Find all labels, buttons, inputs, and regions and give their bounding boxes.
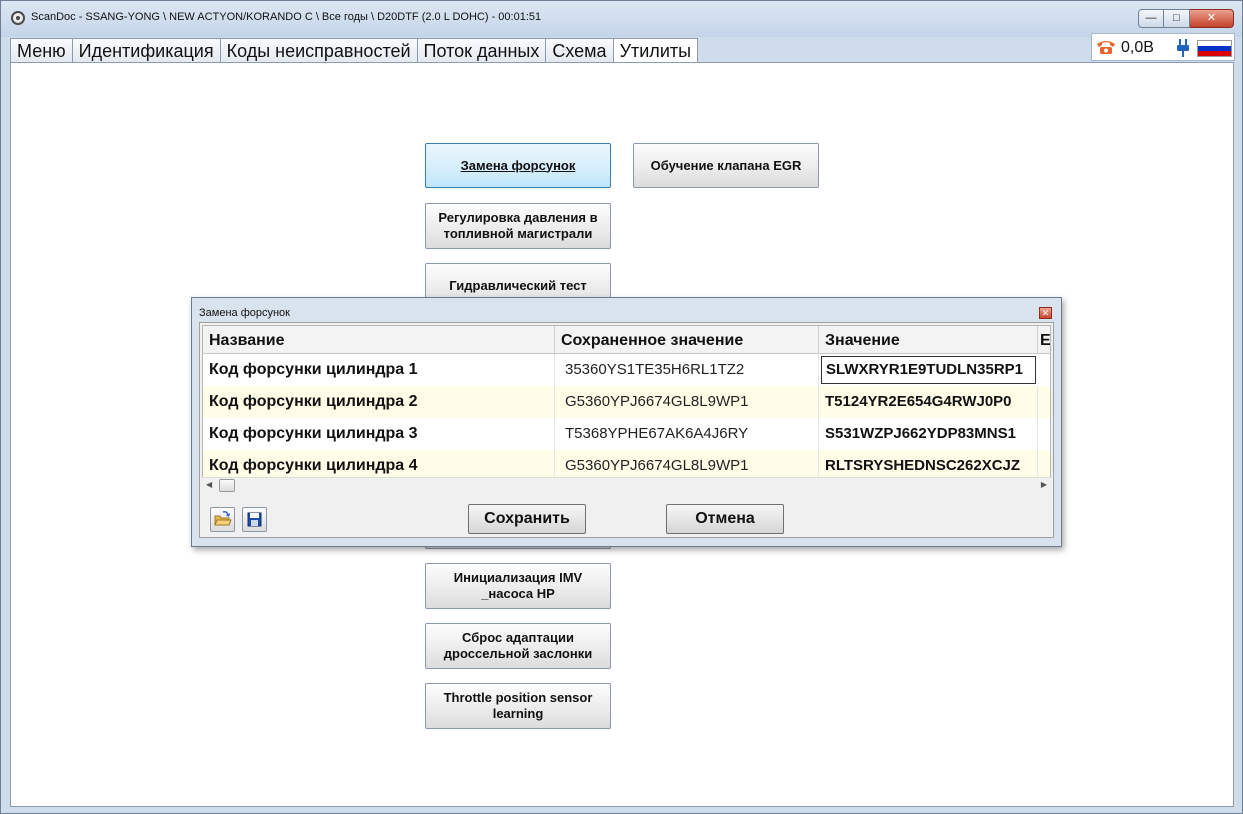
- injector-grid: Название Сохраненное значение Значение E…: [202, 325, 1051, 493]
- injector-replace-button[interactable]: Замена форсунок: [425, 143, 611, 188]
- scroll-thumb[interactable]: [219, 479, 235, 492]
- column-header-name[interactable]: Название: [203, 326, 555, 354]
- value-input[interactable]: SLWXRYR1E9TUDLN35RP1: [821, 356, 1036, 384]
- tab-data-stream[interactable]: Поток данных: [416, 38, 546, 63]
- grid-header: Название Сохраненное значение Значение E: [203, 326, 1050, 354]
- minimize-button[interactable]: —: [1138, 9, 1164, 28]
- status-panel: 0,0В: [1091, 33, 1235, 61]
- title-bar[interactable]: ScanDoc - SSANG-YONG \ NEW ACTYON/KORAND…: [1, 1, 1242, 37]
- steering-wheel-icon: [11, 11, 25, 25]
- app-window: ScanDoc - SSANG-YONG \ NEW ACTYON/KORAND…: [0, 0, 1243, 814]
- open-file-button[interactable]: [210, 507, 235, 532]
- open-folder-icon: [214, 511, 232, 526]
- table-row[interactable]: Код форсунки цилиндра 3 T5368YPHE67AK6A4…: [203, 418, 1050, 450]
- column-header-saved[interactable]: Сохраненное значение: [555, 326, 819, 354]
- table-row[interactable]: Код форсунки цилиндра 2 G5360YPJ6674GL8L…: [203, 386, 1050, 418]
- saved-value: G5360YPJ6674GL8L9WP1: [555, 386, 819, 418]
- main-tabs: Меню Идентификация Коды неисправностей П…: [10, 38, 699, 64]
- egr-learning-button[interactable]: Обучение клапана EGR: [633, 143, 819, 188]
- voltage-readout: 0,0В: [1121, 39, 1154, 56]
- save-button[interactable]: Сохранить: [468, 504, 586, 534]
- throttle-reset-button[interactable]: Сброс адаптации дроссельной заслонки: [425, 623, 611, 669]
- injector-name: Код форсунки цилиндра 1: [203, 354, 555, 386]
- cancel-button[interactable]: Отмена: [666, 504, 784, 534]
- value-cell[interactable]: S531WZPJ662YDP83MNS1: [819, 418, 1038, 450]
- phone-icon: [1097, 41, 1115, 54]
- save-file-button[interactable]: [242, 507, 267, 532]
- window-title: ScanDoc - SSANG-YONG \ NEW ACTYON/KORAND…: [31, 11, 542, 23]
- table-row[interactable]: Код форсунки цилиндра 1 35360YS1TE35H6RL…: [203, 354, 1050, 386]
- column-header-extra[interactable]: E: [1038, 326, 1050, 354]
- dialog-title: Замена форсунок: [199, 307, 290, 319]
- rail-pressure-button[interactable]: Регулировка давления в топливной магистр…: [425, 203, 611, 249]
- maximize-button[interactable]: □: [1164, 9, 1190, 28]
- column-header-value[interactable]: Значение: [819, 326, 1038, 354]
- horizontal-scrollbar[interactable]: ◀ ▶: [202, 477, 1051, 493]
- close-button[interactable]: ✕: [1190, 9, 1234, 28]
- dialog-body: Название Сохраненное значение Значение E…: [199, 322, 1054, 538]
- tab-fault-codes[interactable]: Коды неисправностей: [219, 38, 417, 63]
- tps-learning-button[interactable]: Throttle position sensor learning: [425, 683, 611, 729]
- tab-utilities[interactable]: Утилиты: [612, 38, 699, 64]
- russia-flag-icon[interactable]: [1197, 40, 1232, 57]
- tab-menu[interactable]: Меню: [10, 38, 72, 63]
- injector-dialog: Замена форсунок ✕ Название Сохраненное з…: [191, 297, 1062, 547]
- value-cell[interactable]: T5124YR2E654G4RWJ0P0: [819, 386, 1038, 418]
- saved-value: 35360YS1TE35H6RL1TZ2: [555, 354, 819, 386]
- tab-identification[interactable]: Идентификация: [71, 38, 220, 63]
- saved-value: T5368YPHE67AK6A4J6RY: [555, 418, 819, 450]
- flag-stripe-red: [1198, 50, 1231, 56]
- tab-scheme[interactable]: Схема: [545, 38, 613, 63]
- plug-icon: [1177, 39, 1189, 57]
- scroll-left-icon[interactable]: ◀: [206, 480, 212, 489]
- injector-name: Код форсунки цилиндра 3: [203, 418, 555, 450]
- scroll-right-icon[interactable]: ▶: [1041, 480, 1047, 489]
- imv-init-button[interactable]: Инициализация IMV _насоса HP: [425, 563, 611, 609]
- window-controls: — □ ✕: [1138, 9, 1234, 28]
- dialog-close-icon[interactable]: ✕: [1039, 307, 1052, 319]
- floppy-disk-icon: [247, 512, 262, 527]
- injector-name: Код форсунки цилиндра 2: [203, 386, 555, 418]
